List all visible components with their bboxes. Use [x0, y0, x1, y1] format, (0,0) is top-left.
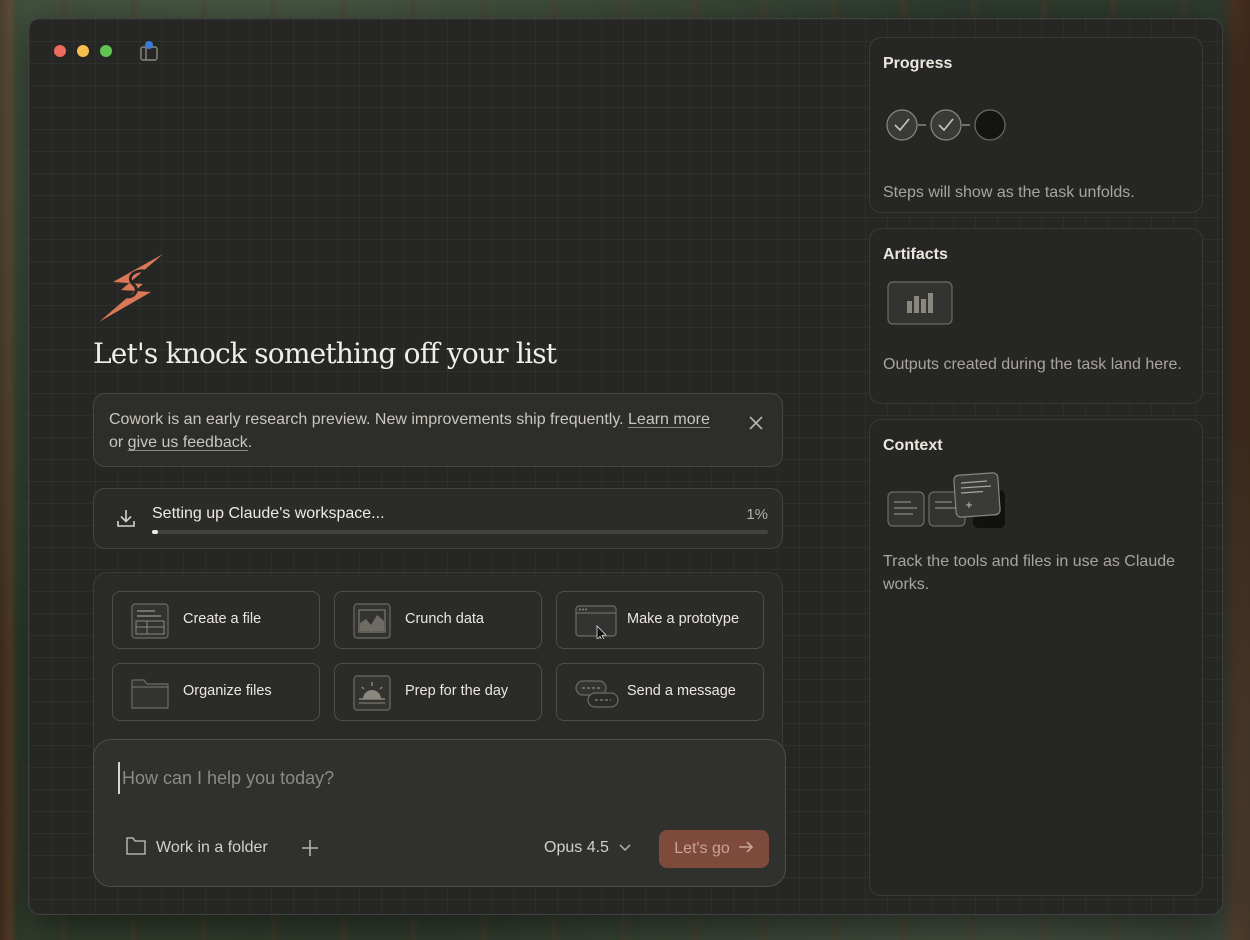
setup-progress-bar [152, 530, 768, 534]
action-label: Make a prototype [627, 611, 740, 627]
preview-notice: Cowork is an early research preview. New… [93, 393, 783, 467]
setup-label: Setting up Claude's workspace... [152, 505, 385, 522]
close-window-button[interactable] [54, 45, 66, 57]
arrow-right-icon [738, 840, 754, 858]
notice-text: Cowork is an early research preview. New… [109, 411, 629, 428]
action-send-message[interactable]: Send a message [556, 663, 764, 721]
progress-title: Progress [883, 55, 953, 72]
action-label: Organize files [183, 683, 272, 699]
workspace-setup-card: Setting up Claude's workspace... 1% [93, 488, 783, 549]
work-in-folder-button[interactable]: Work in a folder [126, 836, 268, 860]
cowork-logo [99, 254, 165, 322]
sunrise-icon [353, 675, 391, 711]
action-create-file[interactable]: Create a file [112, 591, 320, 649]
download-icon [116, 508, 136, 528]
minimize-window-button[interactable] [77, 45, 89, 57]
prompt-composer: Work in a folder Opus 4.5 Let's go [93, 739, 786, 887]
model-selector[interactable]: Opus 4.5 [544, 837, 631, 859]
folder-icon [131, 675, 169, 711]
browser-window-icon [575, 603, 617, 643]
progress-steps-illustration [886, 108, 1010, 147]
app-window: Let's knock something off your list Cowo… [28, 18, 1223, 915]
action-label: Create a file [183, 611, 262, 627]
bar-chart-icon [887, 281, 953, 330]
context-description: Track the tools and files in use as Clau… [883, 553, 1176, 593]
sidebar-toggle-icon[interactable] [140, 41, 158, 61]
folder-icon [126, 836, 146, 860]
action-label: Crunch data [405, 611, 484, 627]
artifacts-description: Outputs created during the task land her… [883, 356, 1182, 373]
model-name: Opus 4.5 [544, 839, 609, 856]
prompt-input[interactable] [118, 762, 724, 794]
submit-label: Let's go [674, 840, 730, 857]
chart-area-icon [353, 603, 391, 639]
zoom-window-button[interactable] [100, 45, 112, 57]
notice-or: or [109, 434, 128, 451]
folder-label: Work in a folder [156, 839, 268, 856]
action-crunch-data[interactable]: Crunch data [334, 591, 542, 649]
setup-progress-fill [152, 530, 159, 534]
action-organize-files[interactable]: Organize files [112, 663, 320, 721]
close-icon[interactable] [748, 415, 764, 431]
chat-bubbles-icon [575, 675, 619, 711]
feedback-link[interactable]: give us feedback [128, 434, 248, 451]
chevron-down-icon [619, 839, 631, 857]
learn-more-link[interactable]: Learn more [628, 411, 710, 428]
notice-period: . [247, 434, 253, 451]
plus-icon [302, 840, 318, 856]
progress-card: Progress Steps will show as the task unf… [869, 37, 1203, 213]
artifacts-title: Artifacts [883, 246, 948, 263]
add-attachment-button[interactable] [299, 837, 321, 859]
file-document-icon [131, 603, 169, 639]
artifacts-card: Artifacts Outputs created during the tas… [869, 228, 1203, 404]
action-label: Send a message [627, 683, 736, 699]
submit-button[interactable]: Let's go [659, 830, 769, 868]
context-card: Context Track the tools and files in use… [869, 419, 1203, 896]
context-title: Context [883, 437, 943, 454]
setup-percent: 1% [746, 506, 768, 523]
page-headline: Let's knock something off your list [93, 337, 557, 370]
context-files-illustration [887, 472, 1007, 537]
action-make-prototype[interactable]: Make a prototype [556, 591, 764, 649]
action-prep-day[interactable]: Prep for the day [334, 663, 542, 721]
action-label: Prep for the day [405, 683, 509, 699]
progress-description: Steps will show as the task unfolds. [883, 184, 1135, 201]
